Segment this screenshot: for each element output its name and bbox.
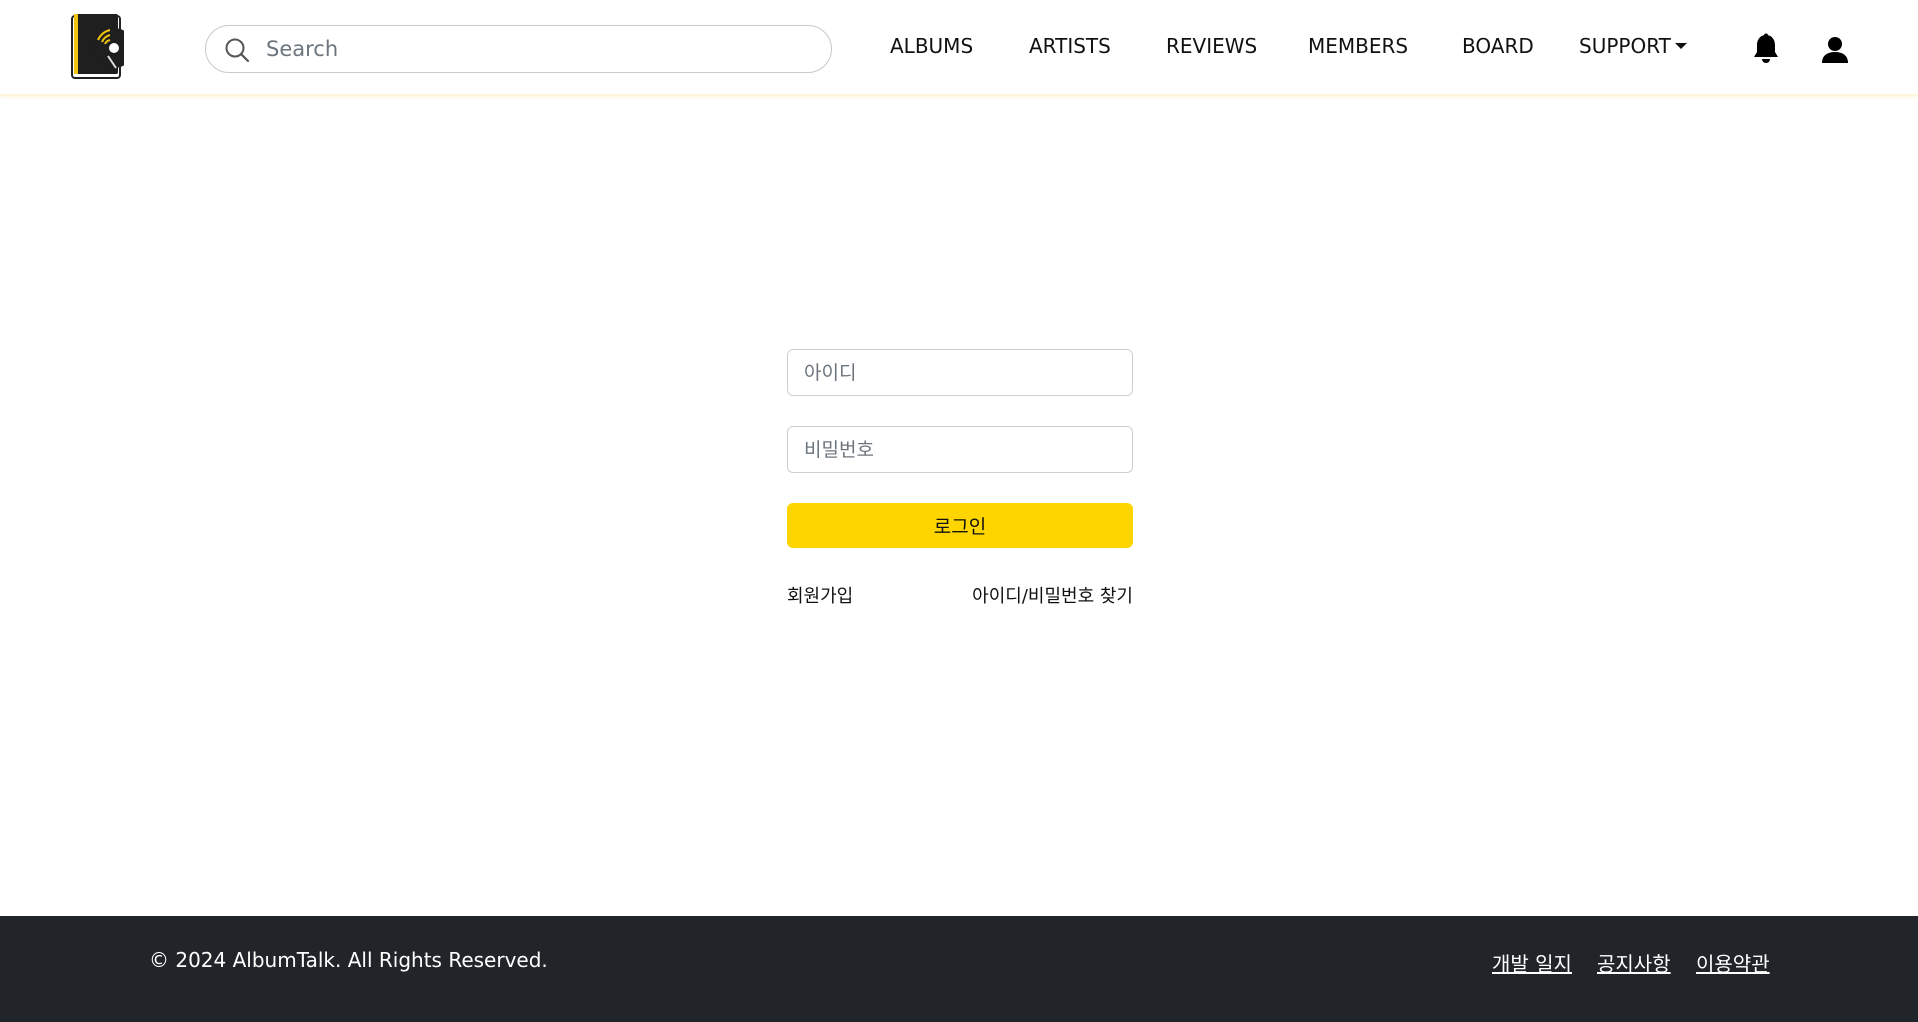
search-input[interactable] xyxy=(266,32,806,66)
bell-icon[interactable] xyxy=(1752,33,1780,65)
caret-down-icon xyxy=(1674,43,1687,49)
footer: © 2024 AlbumTalk. All Rights Reserved. 개… xyxy=(0,916,1918,1022)
nav-albums[interactable]: ALBUMS xyxy=(890,34,973,58)
nav-board[interactable]: BOARD xyxy=(1462,34,1534,58)
login-button[interactable]: 로그인 xyxy=(787,503,1133,548)
user-icon[interactable] xyxy=(1821,36,1849,64)
id-input[interactable] xyxy=(787,349,1133,396)
search-icon[interactable] xyxy=(224,37,250,63)
search-bar[interactable] xyxy=(205,25,832,73)
top-navbar: ALBUMS ARTISTS REVIEWS MEMBERS BOARD SUP… xyxy=(0,0,1918,96)
signup-link[interactable]: 회원가입 xyxy=(787,582,853,608)
find-id-password-link[interactable]: 아이디/비밀번호 찾기 xyxy=(972,582,1133,608)
nav-support-dropdown[interactable]: SUPPORT xyxy=(1579,34,1687,58)
footer-link-notice[interactable]: 공지사항 xyxy=(1597,948,1671,977)
footer-link-terms[interactable]: 이용약관 xyxy=(1696,948,1770,977)
nav-artists[interactable]: ARTISTS xyxy=(1029,34,1111,58)
nav-members[interactable]: MEMBERS xyxy=(1308,34,1408,58)
nav-reviews[interactable]: REVIEWS xyxy=(1166,34,1257,58)
copyright-text: © 2024 AlbumTalk. All Rights Reserved. xyxy=(149,948,548,972)
password-input[interactable] xyxy=(787,426,1133,473)
footer-link-devlog[interactable]: 개발 일지 xyxy=(1492,948,1572,977)
albumtalk-logo-icon[interactable] xyxy=(70,12,134,82)
nav-support-label: SUPPORT xyxy=(1579,34,1671,58)
